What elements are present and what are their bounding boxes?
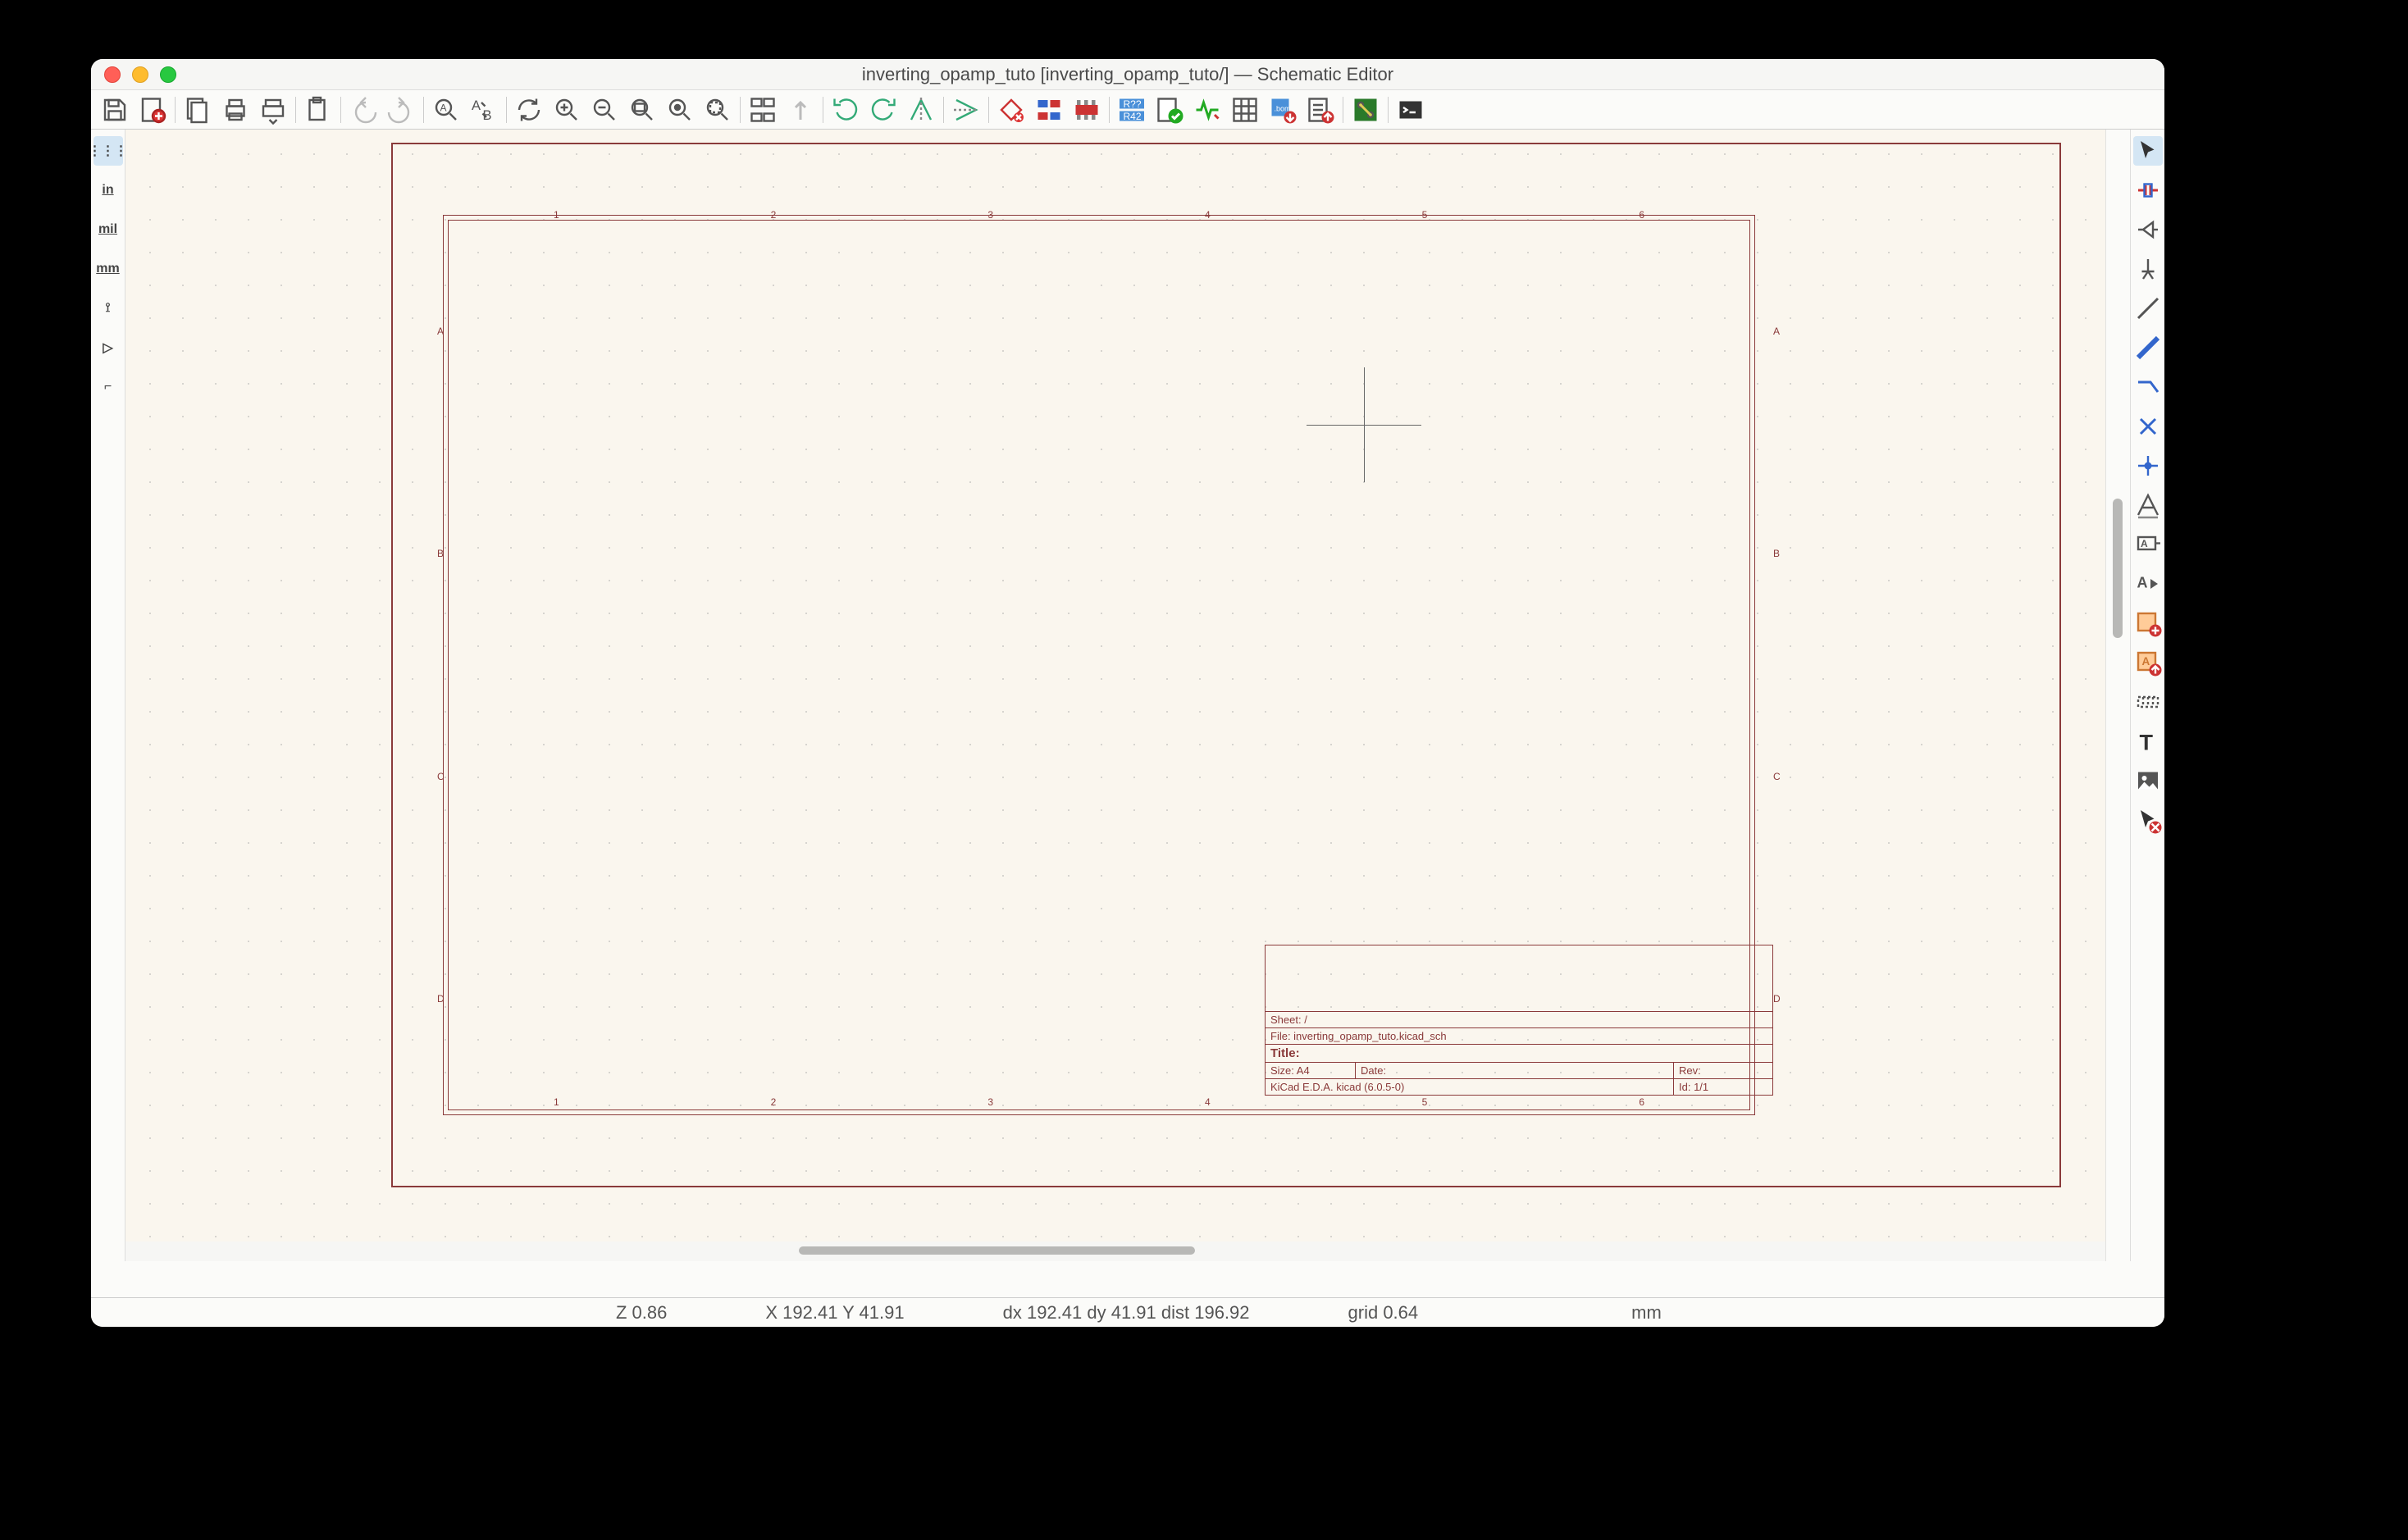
- hidden-pins-icon[interactable]: ▷: [93, 333, 123, 362]
- titleblock-title: Title:: [1266, 1045, 1772, 1062]
- zoom-object-icon[interactable]: [661, 93, 699, 126]
- titleblock-id: Id: 1/1: [1674, 1079, 1772, 1095]
- add-label-icon[interactable]: [2133, 490, 2163, 520]
- netlist-icon[interactable]: [1302, 93, 1339, 126]
- erc-icon[interactable]: [1151, 93, 1188, 126]
- add-wire-entry-icon[interactable]: [2133, 372, 2163, 402]
- export-bom-icon[interactable]: .bom: [1264, 93, 1302, 126]
- status-xy: X 192.41 Y 41.91: [765, 1302, 904, 1324]
- save-icon[interactable]: [96, 93, 134, 126]
- add-bus-icon[interactable]: [2133, 333, 2163, 362]
- svg-text:A: A: [2141, 655, 2150, 667]
- ruler-south: 123456: [448, 1096, 1750, 1106]
- status-grid: grid 0.64: [1348, 1302, 1419, 1324]
- add-noconnect-icon[interactable]: [2133, 412, 2163, 441]
- add-global-label-icon[interactable]: A: [2133, 569, 2163, 599]
- svg-text:A: A: [440, 102, 447, 113]
- ruler-east: ABCD: [1773, 220, 1783, 1110]
- title-block: Sheet: / File: inverting_opamp_tuto.kica…: [1265, 945, 1773, 1096]
- right-toolbar: A A A T: [2130, 130, 2164, 1261]
- horizontal-scrollbar[interactable]: [125, 1242, 2105, 1261]
- schematic-canvas[interactable]: 123456 123456 ABCD ABCD Sheet: / File: i…: [125, 130, 2105, 1242]
- ruler-north: 123456: [448, 209, 1750, 219]
- canvas-wrap: 123456 123456 ABCD ABCD Sheet: / File: i…: [125, 130, 2105, 1261]
- find-replace-icon[interactable]: AB: [465, 93, 503, 126]
- add-power-icon[interactable]: [2133, 254, 2163, 284]
- delete-icon[interactable]: [2133, 805, 2163, 835]
- svg-text:A: A: [2137, 575, 2147, 591]
- svg-text:T: T: [2139, 731, 2153, 755]
- hierarchy-icon[interactable]: [744, 93, 782, 126]
- symbol-editor-icon[interactable]: [992, 93, 1030, 126]
- add-wire-icon[interactable]: [2133, 294, 2163, 323]
- zoom-fit-icon[interactable]: [623, 93, 661, 126]
- print-icon[interactable]: [217, 93, 254, 126]
- browse-symbols-icon[interactable]: [1030, 93, 1068, 126]
- unit-mm[interactable]: mm: [93, 254, 123, 284]
- add-netclass-icon[interactable]: A: [2133, 530, 2163, 559]
- mirror-v-icon[interactable]: [947, 93, 985, 126]
- ruler-west: ABCD: [437, 220, 447, 1110]
- svg-text:R42: R42: [1124, 111, 1142, 122]
- status-zoom: Z 0.86: [616, 1302, 667, 1324]
- rotate-ccw-icon[interactable]: [827, 93, 864, 126]
- rotate-cw-icon[interactable]: [864, 93, 902, 126]
- main-toolbar: AABR??R42.bom: [91, 90, 2164, 130]
- add-hier-label-icon[interactable]: [2133, 687, 2163, 717]
- add-image-icon[interactable]: [2133, 766, 2163, 795]
- titleblock-rev: Rev:: [1674, 1063, 1772, 1078]
- plot-icon[interactable]: [254, 93, 292, 126]
- pcb-icon[interactable]: [1347, 93, 1384, 126]
- status-unit: mm: [1631, 1302, 1662, 1324]
- zoom-in-icon[interactable]: [548, 93, 586, 126]
- refresh-icon[interactable]: [510, 93, 548, 126]
- status-dxy: dx 192.41 dy 41.91 dist 196.92: [1003, 1302, 1250, 1324]
- app-window: inverting_opamp_tuto [inverting_opamp_tu…: [91, 59, 2164, 1327]
- grid-icon[interactable]: ⋮⋮⋮: [93, 136, 123, 166]
- origin-icon[interactable]: ⌐: [93, 372, 123, 402]
- add-junction-icon[interactable]: [2133, 451, 2163, 481]
- cursor-full-icon[interactable]: ⟟: [93, 294, 123, 323]
- new-sheet-icon[interactable]: [179, 93, 217, 126]
- vscroll-thumb[interactable]: [2113, 499, 2123, 638]
- add-text-icon[interactable]: T: [2133, 727, 2163, 756]
- add-hier-sheet-icon[interactable]: [2133, 608, 2163, 638]
- svg-text:A: A: [472, 98, 481, 113]
- unit-in[interactable]: in: [93, 175, 123, 205]
- cursor-crosshair: [1307, 367, 1421, 482]
- footprint-assign-icon[interactable]: [1068, 93, 1106, 126]
- mirror-h-icon[interactable]: [902, 93, 940, 126]
- page-settings-icon[interactable]: [134, 93, 171, 126]
- highlight-net-icon[interactable]: [2133, 175, 2163, 205]
- select-icon[interactable]: [2133, 136, 2163, 166]
- workarea: ⋮⋮⋮ in mil mm ⟟ ▷ ⌐ 123456 123456 ABCD ABCD Sh…: [91, 130, 2164, 1261]
- zoom-selection-icon[interactable]: [699, 93, 737, 126]
- titleblock-file: File: inverting_opamp_tuto.kicad_sch: [1266, 1028, 1772, 1044]
- simulator-icon[interactable]: [1188, 93, 1226, 126]
- svg-text:R??: R??: [1124, 98, 1142, 110]
- titlebar: inverting_opamp_tuto [inverting_opamp_tu…: [91, 59, 2164, 90]
- titleblock-kicad: KiCad E.D.A. kicad (6.0.5-0): [1266, 1079, 1674, 1095]
- find-icon[interactable]: A: [427, 93, 465, 126]
- titleblock-date: Date:: [1356, 1063, 1674, 1078]
- svg-text:A: A: [2141, 538, 2148, 549]
- redo-icon[interactable]: [382, 93, 420, 126]
- paste-icon[interactable]: [299, 93, 337, 126]
- hscroll-thumb[interactable]: [799, 1246, 1195, 1255]
- undo-icon[interactable]: [344, 93, 382, 126]
- up-hierarchy-icon[interactable]: [782, 93, 819, 126]
- titleblock-size: Size: A4: [1266, 1063, 1356, 1078]
- titleblock-sheet: Sheet: /: [1266, 1012, 1772, 1027]
- statusbar: Z 0.86 X 192.41 Y 41.91 dx 192.41 dy 41.…: [91, 1297, 2164, 1327]
- vertical-scrollbar-gutter[interactable]: [2105, 130, 2130, 1261]
- scripting-icon[interactable]: [1392, 93, 1430, 126]
- zoom-out-icon[interactable]: [586, 93, 623, 126]
- import-sheet-pin-icon[interactable]: A: [2133, 648, 2163, 677]
- annotate-icon[interactable]: R??R42: [1113, 93, 1151, 126]
- bom-icon[interactable]: [1226, 93, 1264, 126]
- window-title: inverting_opamp_tuto [inverting_opamp_tu…: [91, 64, 2164, 85]
- unit-mil[interactable]: mil: [93, 215, 123, 244]
- add-symbol-icon[interactable]: [2133, 215, 2163, 244]
- left-toolbar: ⋮⋮⋮ in mil mm ⟟ ▷ ⌐: [91, 130, 125, 1261]
